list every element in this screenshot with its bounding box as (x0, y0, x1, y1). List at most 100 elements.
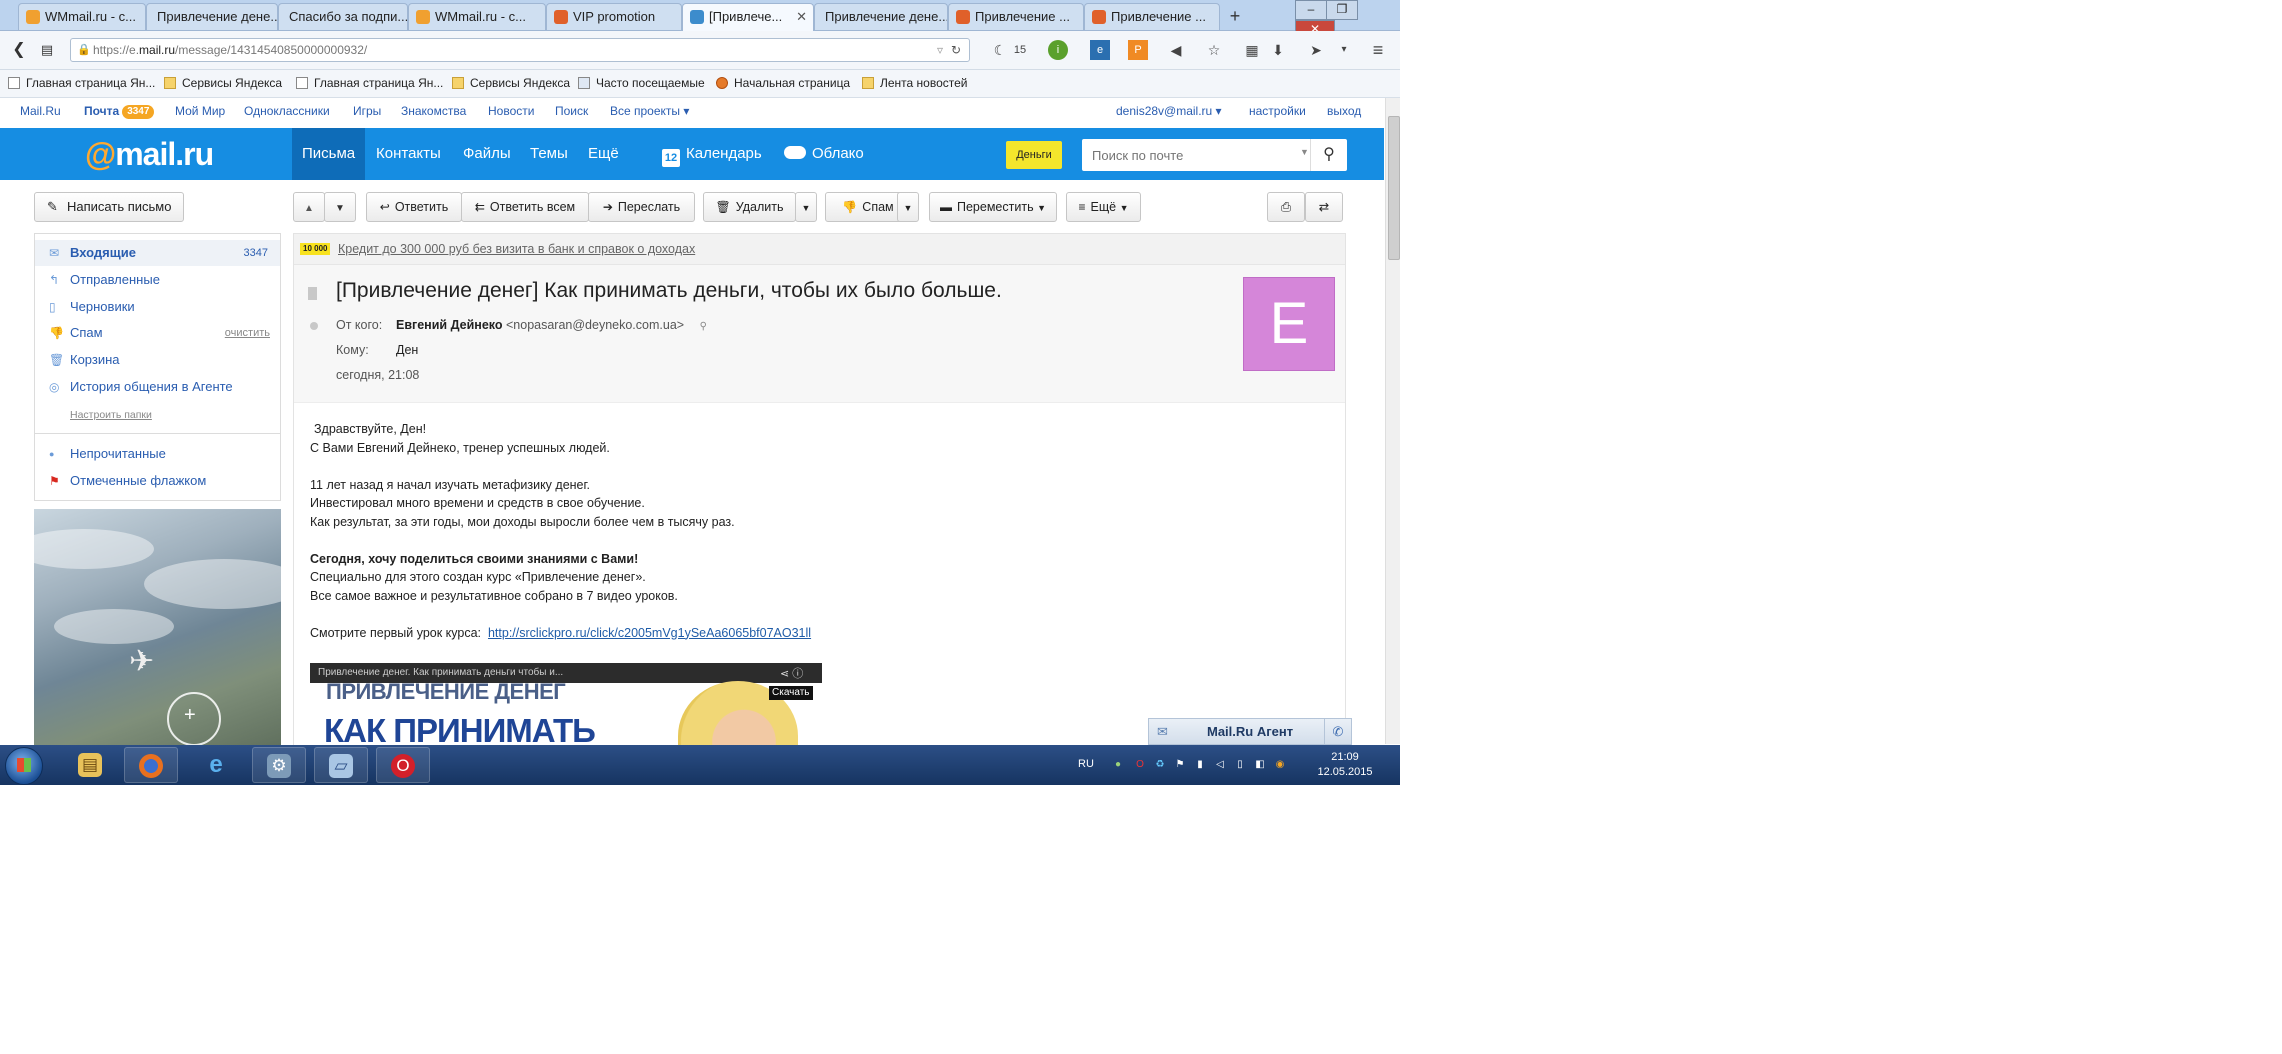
scrollbar-thumb[interactable] (1388, 116, 1400, 260)
taskbar-explorer[interactable]: ▤ (64, 747, 118, 783)
browser-tab[interactable]: Привлечение ... (1084, 3, 1220, 30)
tray-app-icon[interactable]: ◉ (1274, 759, 1286, 771)
filter-flagged[interactable]: ⚑ Отмеченные флажком (35, 468, 280, 494)
close-tab-icon[interactable]: ✕ (796, 4, 807, 30)
restore-icon[interactable]: ❐ (1326, 0, 1358, 20)
sender-email[interactable]: <nopasaran@deyneko.com.ua> (506, 318, 684, 332)
reply-button[interactable]: ↩ Ответить (366, 192, 462, 222)
sidebar-ad-image[interactable]: ✈ + (34, 509, 281, 749)
speaker-icon[interactable]: ◀ (1166, 40, 1186, 60)
taskbar-ie[interactable]: e (190, 747, 244, 783)
site-identity-icon[interactable]: ▤ (34, 38, 60, 62)
clear-spam-link[interactable]: очистить (225, 320, 270, 346)
folder-inbox[interactable]: ✉ Входящие 3347 (35, 240, 280, 266)
folder-drafts[interactable]: ▯ Черновики (35, 294, 280, 320)
compose-button[interactable]: ✎ Написать письмо (34, 192, 184, 222)
taskbar-app[interactable]: ⚙ (252, 747, 306, 783)
nav-more[interactable]: Ещё (578, 128, 629, 180)
bookmark-item[interactable]: Сервисы Яндекса (452, 70, 570, 97)
flag-icon[interactable]: ⚑ (1174, 759, 1186, 771)
dropdown-icon[interactable]: ▿ (937, 39, 943, 61)
portal-link-my-world[interactable]: Мой Мир (175, 98, 225, 125)
menu-icon[interactable]: ≡ (1368, 40, 1388, 60)
folder-spam[interactable]: 👎 Спам очистить (35, 320, 280, 346)
share-icon[interactable]: ⋖ ⓘ (780, 665, 803, 681)
translate-button[interactable]: ⇄ (1305, 192, 1343, 222)
sender-name[interactable]: Евгений Дейнеко (396, 318, 503, 332)
ad-line[interactable]: 10 000 Кредит до 300 000 руб без визита … (294, 234, 1345, 265)
bookmark-item[interactable]: Главная страница Ян... (296, 70, 443, 97)
spam-dropdown[interactable]: ▼ (897, 192, 919, 222)
chevron-down-icon[interactable]: ▾ (1334, 40, 1354, 60)
addon-icon[interactable]: i (1048, 40, 1068, 60)
taskbar-app[interactable]: ▱ (314, 747, 368, 783)
download-icon[interactable]: ⬇ (1268, 40, 1288, 60)
search-options-icon[interactable]: ▼ (1300, 147, 1309, 157)
video-preview[interactable]: Привлечение денег. Как принимать деньги … (310, 663, 822, 752)
nav-contacts[interactable]: Контакты (366, 128, 451, 180)
clipboard-icon[interactable]: ▦ (1242, 40, 1262, 60)
user-menu[interactable]: denis28v@mail.ru ▾ (1116, 98, 1222, 125)
search-input[interactable] (1082, 139, 1294, 171)
delete-dropdown[interactable]: ▼ (795, 192, 817, 222)
folder-trash[interactable]: 🗑 Корзина (35, 347, 280, 373)
course-link[interactable]: http://srclickpro.ru/click/c2005mVg1ySeA… (488, 626, 811, 640)
addon-p-icon[interactable]: P (1128, 40, 1148, 60)
weather-icon[interactable]: ☾ (990, 40, 1010, 60)
logout-link[interactable]: выход (1327, 98, 1361, 125)
language-indicator[interactable]: RU (1078, 758, 1094, 770)
mailru-logo[interactable]: @mail.ru (85, 136, 214, 173)
browser-tab[interactable]: WMmail.ru - с... (408, 3, 546, 30)
ad-text[interactable]: Кредит до 300 000 руб без визита в банк … (338, 234, 695, 264)
minimize-icon[interactable]: – (1295, 0, 1327, 20)
tray-app-icon[interactable]: ◧ (1254, 759, 1266, 771)
browser-tab[interactable]: Привлечение дене... (146, 3, 278, 30)
star-icon[interactable]: ☆ (1204, 40, 1224, 60)
tray-app-icon[interactable]: ♻ (1154, 759, 1166, 771)
taskbar-firefox[interactable] (124, 747, 178, 783)
folder-sent[interactable]: ↰ Отправленные (35, 267, 280, 293)
delete-button[interactable]: 🗑 Удалить (703, 192, 796, 222)
addon-e-icon[interactable]: e (1090, 40, 1110, 60)
browser-tab-active[interactable]: [Привлече... ✕ (682, 3, 814, 31)
forward-button[interactable]: ➔ Переслать (588, 192, 695, 222)
download-button[interactable]: Скачать (769, 686, 813, 700)
bookmark-item[interactable]: Сервисы Яндекса (164, 70, 282, 97)
browser-tab[interactable]: VIP promotion (546, 3, 682, 30)
nav-files[interactable]: Файлы (453, 128, 521, 180)
browser-tab[interactable]: WMmail.ru - с... (18, 3, 146, 30)
page-scrollbar[interactable] (1385, 98, 1400, 744)
search-icon[interactable]: ⚲ (1310, 139, 1347, 171)
bookmark-item[interactable]: Начальная страница (716, 70, 850, 97)
send-icon[interactable]: ➤ (1306, 40, 1326, 60)
portal-link-search[interactable]: Поиск (555, 98, 588, 125)
recipient-name[interactable]: Ден (396, 343, 418, 357)
tray-app-icon[interactable]: ● (1112, 759, 1124, 771)
move-button[interactable]: ▬ Переместить ▼ (929, 192, 1057, 222)
money-button[interactable]: Деньги (1006, 141, 1062, 169)
nav-cloud[interactable]: Облако (774, 128, 874, 180)
next-message-button[interactable]: ▼ (324, 192, 356, 222)
search-icon[interactable]: ⚲ (700, 321, 707, 332)
prev-message-button[interactable]: ▲ (293, 192, 325, 222)
nav-calendar[interactable]: 12 Календарь (652, 128, 772, 180)
bookmark-item[interactable]: Часто посещаемые (578, 70, 705, 97)
read-status-icon[interactable] (310, 322, 318, 330)
new-tab-button[interactable]: + (1222, 3, 1248, 29)
taskbar-opera[interactable]: O (376, 747, 430, 783)
network-icon[interactable]: ▮ (1194, 759, 1206, 771)
browser-tab[interactable]: Спасибо за подпи... (278, 3, 408, 30)
portal-link-mailru[interactable]: Mail.Ru (20, 98, 61, 125)
portal-link-mail[interactable]: Почта 3347 (84, 98, 155, 125)
portal-link-ok[interactable]: Одноклассники (244, 98, 330, 125)
filter-unread[interactable]: ● Непрочитанные (35, 441, 280, 467)
battery-icon[interactable]: ▯ (1234, 759, 1246, 771)
portal-link-dating[interactable]: Знакомства (401, 98, 466, 125)
configure-folders-link[interactable]: Настроить папки (70, 409, 152, 421)
folder-agent-history[interactable]: ◎ История общения в Агенте (35, 374, 280, 400)
reload-icon[interactable]: ↻ (951, 39, 961, 61)
nav-letters[interactable]: Письма (292, 128, 366, 180)
volume-icon[interactable]: ◁ (1214, 759, 1226, 771)
opera-tray-icon[interactable]: O (1134, 759, 1146, 771)
taskbar-clock[interactable]: 21:09 12.05.2015 (1310, 750, 1380, 780)
